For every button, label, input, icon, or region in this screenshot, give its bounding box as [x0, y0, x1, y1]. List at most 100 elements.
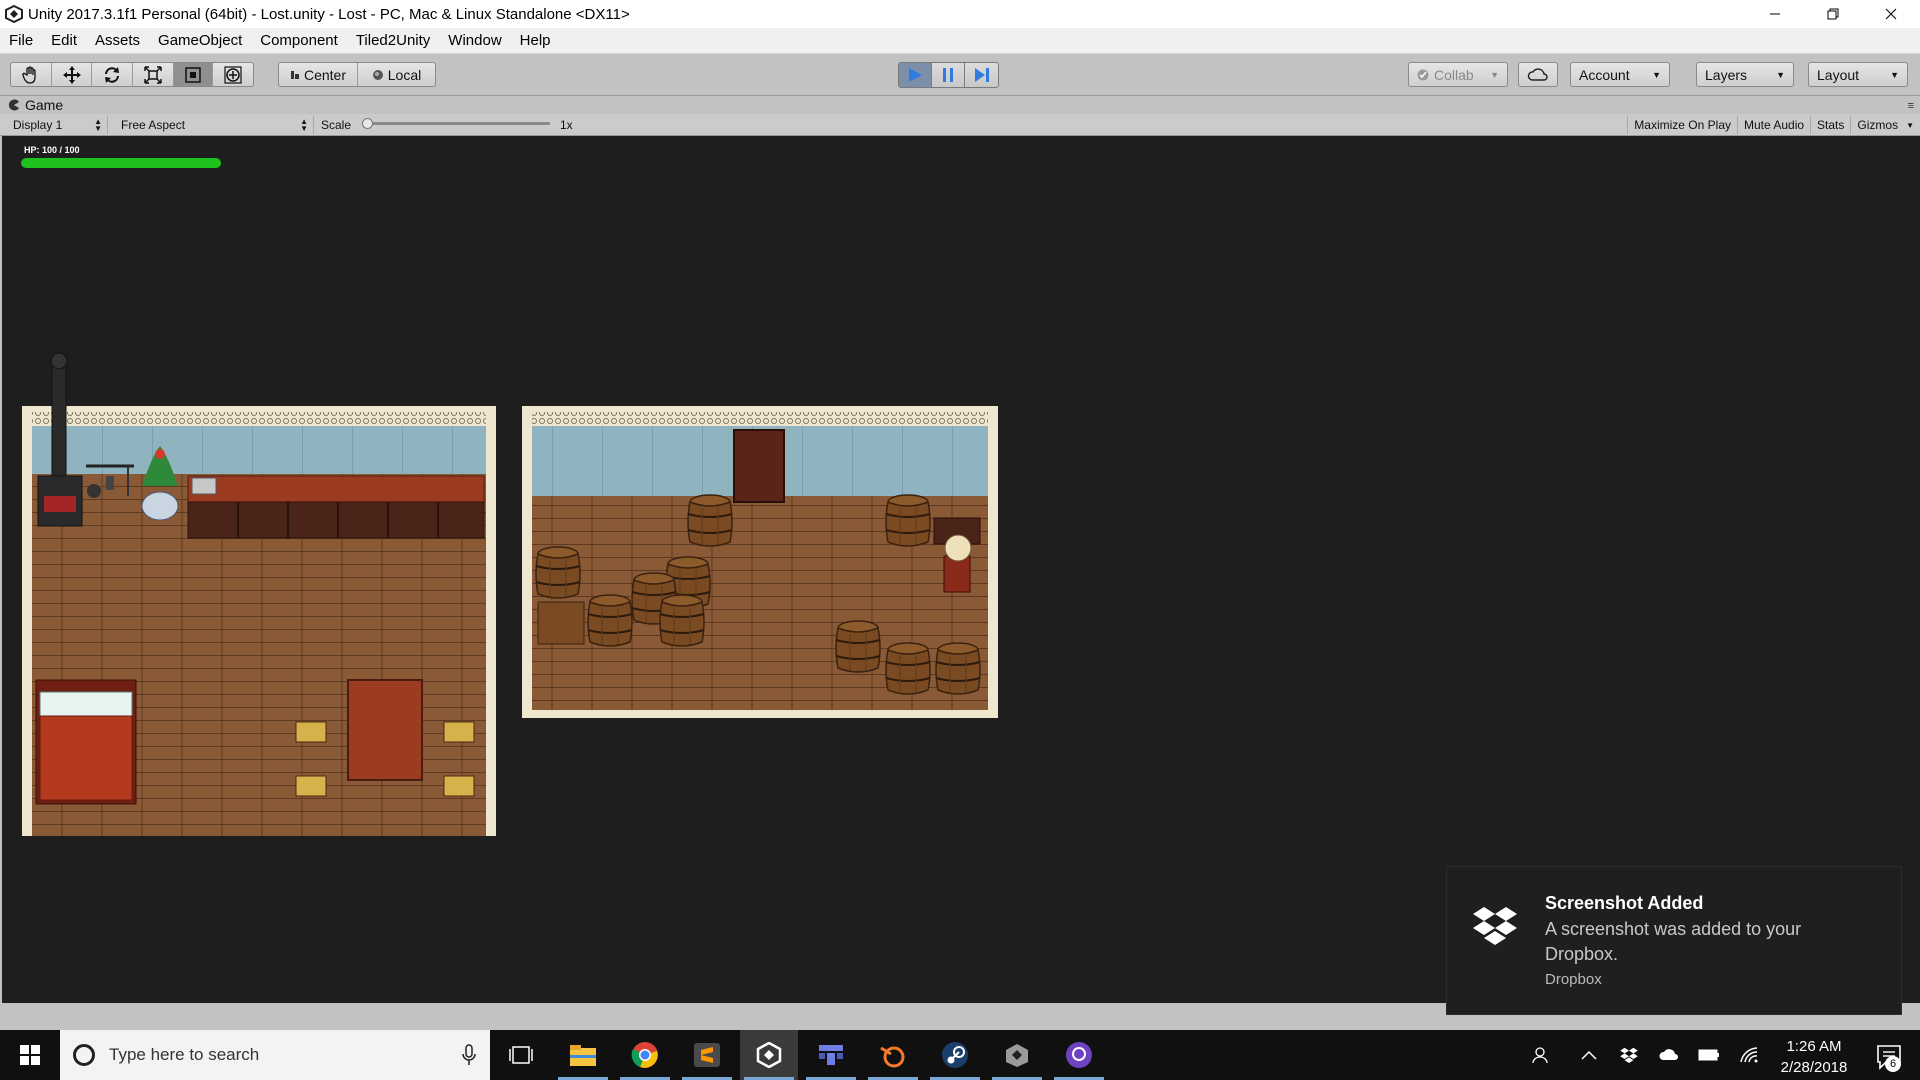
restore-icon[interactable]	[1804, 0, 1862, 28]
game-tab[interactable]: Game	[8, 96, 63, 114]
pivot-icon	[290, 70, 299, 79]
mute-audio-toggle[interactable]: Mute Audio	[1737, 116, 1810, 134]
blender-icon[interactable]	[864, 1030, 922, 1080]
local-space-icon	[372, 69, 383, 80]
chrome-icon[interactable]	[616, 1030, 674, 1080]
transform-tool-icon[interactable]	[213, 63, 253, 86]
display-label: Display 1	[13, 118, 63, 132]
chevron-down-icon: ▼	[1890, 69, 1899, 80]
onedrive-icon[interactable]	[1652, 1030, 1686, 1080]
layout-label: Layout	[1817, 66, 1860, 83]
chevron-down-icon: ▼	[1906, 120, 1914, 130]
cloud-button[interactable]	[1518, 62, 1558, 87]
pivot-center-button[interactable]: Center	[279, 63, 358, 86]
dropbox-icon	[1473, 907, 1517, 945]
menu-component[interactable]: Component	[251, 32, 347, 49]
scale-icon[interactable]	[133, 63, 174, 86]
game-view-controls: Display 1 ▲ ▼ Free Aspect ▲ ▼ Scale 1x Max…	[0, 114, 1920, 136]
pause-icon[interactable]	[932, 63, 965, 87]
toast-source: Dropbox	[1545, 971, 1602, 988]
notification-count-badge: 6	[1885, 1056, 1901, 1072]
transform-tools	[10, 62, 254, 87]
collab-button[interactable]: Collab ▼	[1408, 62, 1508, 87]
chevron-down-icon: ▼	[1652, 69, 1661, 80]
space-label: Local	[387, 66, 422, 83]
clock-time: 1:26 AM	[1786, 1038, 1842, 1055]
dropbox-toast[interactable]: Screenshot Added A screenshot was added …	[1446, 866, 1902, 1015]
pivot-space-button[interactable]: Local	[358, 63, 435, 86]
tiled-icon[interactable]	[802, 1030, 860, 1080]
window-title: Unity 2017.3.1f1 Personal (64bit) - Lost…	[28, 5, 630, 23]
layers-dropdown[interactable]: Layers ▼	[1696, 62, 1794, 87]
game-scene	[22, 352, 998, 836]
check-icon	[1417, 69, 1429, 80]
aspect-select[interactable]: Free Aspect ▲ ▼	[116, 116, 314, 134]
gizmos-dropdown[interactable]: Gizmos ▼	[1850, 116, 1920, 134]
chevron-up-icon[interactable]	[1572, 1030, 1606, 1080]
file-explorer-icon[interactable]	[554, 1030, 612, 1080]
close-icon[interactable]	[1862, 0, 1920, 28]
account-dropdown[interactable]: Account ▼	[1570, 62, 1670, 87]
chevron-down-icon: ▼	[1776, 69, 1785, 80]
menu-assets[interactable]: Assets	[86, 32, 149, 49]
task-view-icon[interactable]	[492, 1030, 550, 1080]
hand-icon[interactable]	[11, 63, 52, 86]
wifi-icon[interactable]	[1732, 1030, 1766, 1080]
pivot-label: Center	[303, 66, 347, 83]
rotate-icon[interactable]	[92, 63, 134, 86]
toast-body: A screenshot was added to your Dropbox.	[1545, 919, 1802, 964]
menu-bar: File Edit Assets GameObject Component Ti…	[0, 28, 1920, 54]
pivot-toggles: Center Local	[278, 62, 436, 87]
sublime-text-icon[interactable]	[678, 1030, 736, 1080]
github-desktop-icon[interactable]	[1050, 1030, 1108, 1080]
updown-arrows-icon: ▲ ▼	[94, 117, 102, 133]
aspect-label: Free Aspect	[121, 118, 186, 132]
updown-arrows-icon: ▲ ▼	[300, 117, 308, 133]
play-controls	[898, 62, 999, 88]
steam-icon[interactable]	[926, 1030, 984, 1080]
taskbar-clock[interactable]: 1:26 AM 2/28/2018	[1766, 1036, 1862, 1078]
pacman-icon	[8, 99, 19, 111]
gizmos-label: Gizmos	[1857, 118, 1899, 132]
scale-slider-knob[interactable]	[362, 118, 373, 129]
menu-tiled2unity[interactable]: Tiled2Unity	[347, 32, 439, 49]
battery-icon[interactable]	[1692, 1030, 1726, 1080]
menu-gameobject[interactable]: GameObject	[149, 32, 251, 49]
menu-edit[interactable]: Edit	[42, 32, 86, 49]
windows-taskbar: Type here to search 1:26 AM 2/28/2018 6	[0, 1030, 1920, 1080]
layout-dropdown[interactable]: Layout ▼	[1808, 62, 1908, 87]
step-icon[interactable]	[965, 63, 998, 87]
window-titlebar: Unity 2017.3.1f1 Personal (64bit) - Lost…	[0, 0, 1920, 28]
menu-file[interactable]: File	[0, 32, 42, 49]
tab-menu-icon[interactable]: ≡	[1908, 100, 1914, 112]
game-tab-row: Game ≡	[0, 96, 1920, 114]
stats-toggle[interactable]: Stats	[1810, 116, 1850, 134]
windows-logo-icon	[20, 1045, 40, 1065]
display-select[interactable]: Display 1 ▲ ▼	[8, 116, 108, 134]
search-placeholder: Type here to search	[109, 1045, 260, 1064]
rect-tool-icon[interactable]	[173, 63, 214, 86]
unity-icon[interactable]	[740, 1030, 798, 1080]
house-right	[522, 406, 998, 718]
menu-help[interactable]: Help	[511, 32, 560, 49]
start-button[interactable]	[0, 1030, 60, 1080]
menu-window[interactable]: Window	[439, 32, 510, 49]
taskbar-search-box[interactable]: Type here to search	[60, 1030, 490, 1080]
people-icon[interactable]	[1524, 1030, 1558, 1080]
collab-label: Collab	[1434, 66, 1474, 83]
game-tab-label: Game	[25, 97, 64, 113]
play-icon[interactable]	[899, 63, 932, 87]
unity-logo-icon	[5, 4, 23, 24]
minimize-icon[interactable]	[1746, 0, 1804, 28]
unity-hub-icon[interactable]	[988, 1030, 1046, 1080]
dropbox-tray-icon[interactable]	[1612, 1030, 1646, 1080]
chevron-down-icon: ▼	[1490, 69, 1499, 80]
scale-label: Scale	[321, 118, 352, 132]
microphone-icon[interactable]	[462, 1044, 476, 1066]
scale-value: 1x	[560, 118, 573, 132]
scale-slider-track[interactable]	[364, 122, 550, 125]
maximize-on-play-toggle[interactable]: Maximize On Play	[1627, 116, 1737, 134]
main-toolbar: Center Local Collab ▼ Account ▼ Layers ▼…	[0, 54, 1920, 96]
cortana-icon	[73, 1044, 95, 1066]
move-icon[interactable]	[52, 63, 93, 86]
